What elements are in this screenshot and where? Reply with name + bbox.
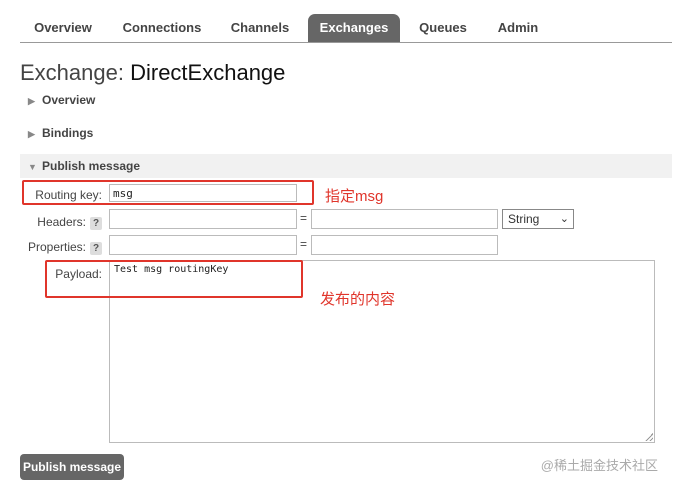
properties-label: Properties:? bbox=[20, 240, 102, 255]
header-value-input[interactable] bbox=[311, 209, 498, 229]
tab-exchanges[interactable]: Exchanges bbox=[308, 14, 400, 42]
property-value-input[interactable] bbox=[311, 235, 498, 255]
header-key-input[interactable] bbox=[109, 209, 297, 229]
property-equals: = bbox=[300, 237, 308, 251]
tab-queues[interactable]: Queues bbox=[406, 14, 480, 42]
page-title-prefix: Exchange: bbox=[20, 60, 124, 85]
section-publish-label: Publish message bbox=[42, 159, 141, 173]
payload-annotation: 发布的内容 bbox=[320, 291, 396, 308]
properties-label-text: Properties: bbox=[27, 240, 86, 254]
payload-highlight-box bbox=[45, 260, 303, 298]
headers-help-icon[interactable]: ? bbox=[90, 217, 102, 230]
tab-connections[interactable]: Connections bbox=[112, 14, 212, 42]
section-overview-toggle[interactable]: ▶ Overview bbox=[20, 88, 672, 112]
routing-key-annotation: 指定msg bbox=[325, 188, 384, 205]
properties-help-icon[interactable]: ? bbox=[90, 242, 102, 255]
section-bindings-label: Bindings bbox=[42, 126, 94, 140]
section-overview-label: Overview bbox=[42, 93, 96, 107]
headers-label: Headers:? bbox=[20, 215, 102, 230]
headers-label-text: Headers: bbox=[37, 215, 86, 229]
chevron-down-icon: ⌄ bbox=[559, 213, 569, 225]
header-type-select[interactable]: String ⌄ bbox=[502, 209, 574, 229]
tab-channels[interactable]: Channels bbox=[218, 14, 302, 42]
watermark: @稀土掘金技术社区 bbox=[540, 458, 658, 473]
routing-key-highlight-box bbox=[22, 180, 314, 205]
publish-message-button[interactable]: Publish message bbox=[20, 454, 124, 480]
section-bindings-toggle[interactable]: ▶ Bindings bbox=[20, 121, 672, 145]
expand-down-icon: ▼ bbox=[28, 162, 37, 172]
resize-handle-icon[interactable] bbox=[645, 433, 653, 441]
main-nav-tabs: Overview Connections Channels Exchanges … bbox=[20, 14, 672, 43]
expand-right-icon: ▶ bbox=[28, 129, 35, 139]
page-title: Exchange: DirectExchange bbox=[20, 60, 285, 86]
section-publish-toggle[interactable]: ▼ Publish message bbox=[20, 154, 672, 178]
property-key-input[interactable] bbox=[109, 235, 297, 255]
header-equals: = bbox=[300, 211, 308, 225]
header-type-value: String bbox=[508, 212, 540, 226]
tab-overview[interactable]: Overview bbox=[20, 14, 106, 42]
expand-right-icon: ▶ bbox=[28, 96, 35, 106]
exchange-name: DirectExchange bbox=[130, 60, 286, 85]
tab-admin[interactable]: Admin bbox=[486, 14, 550, 42]
